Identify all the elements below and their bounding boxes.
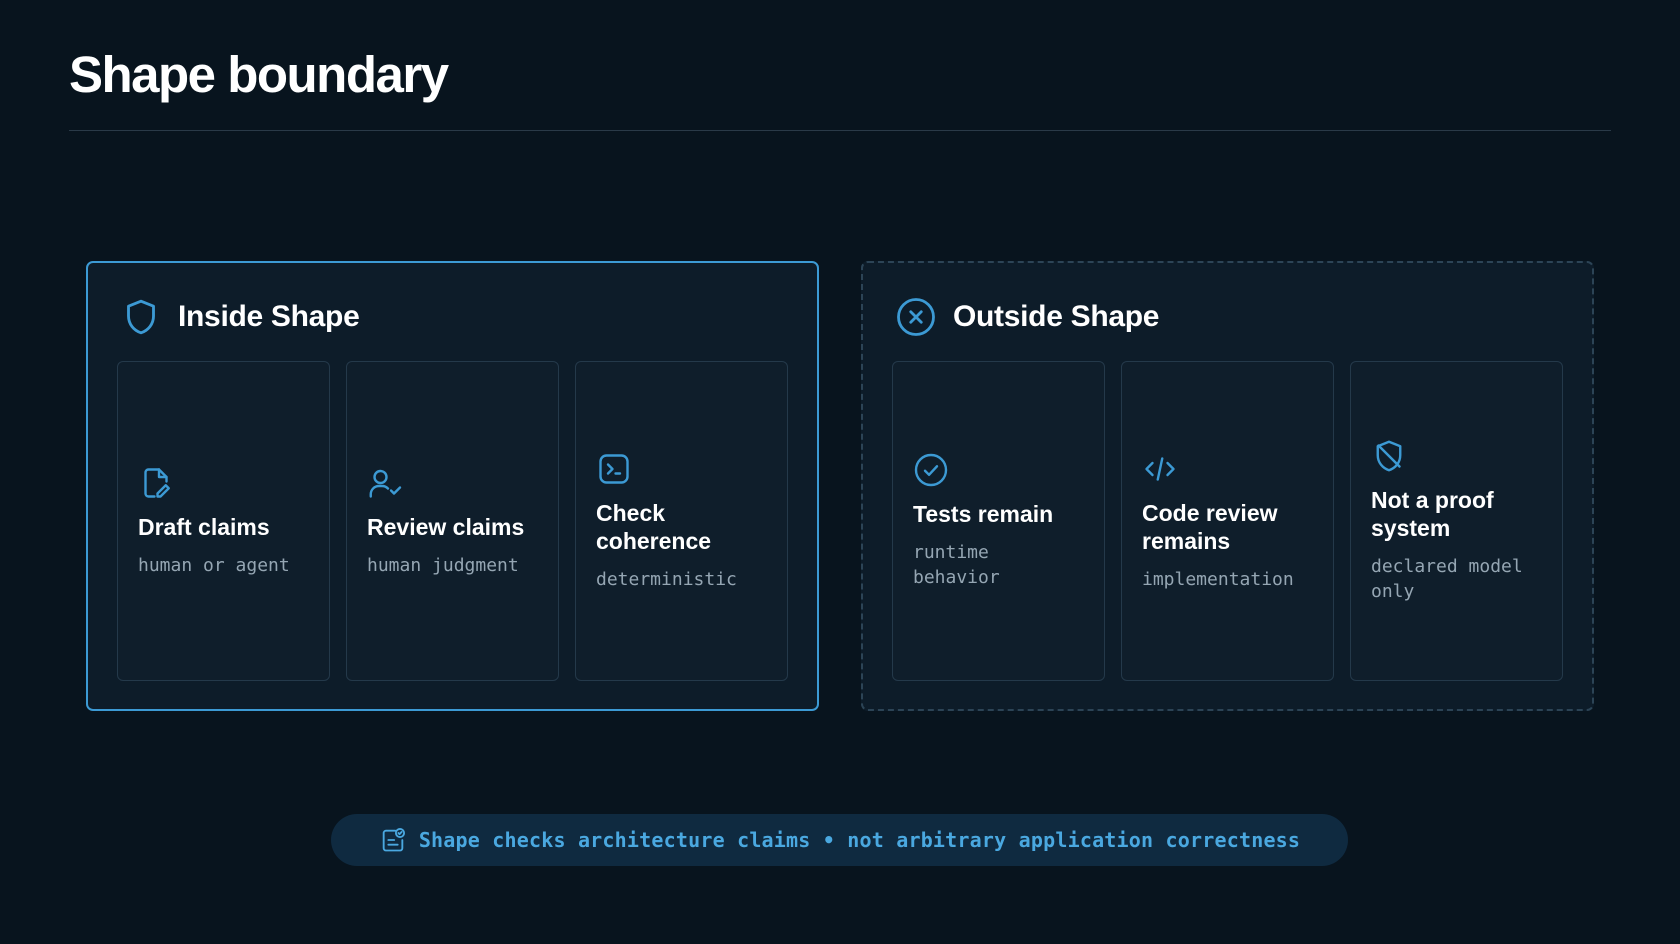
shield-icon bbox=[120, 296, 162, 338]
card-title: Tests remain bbox=[913, 501, 1054, 527]
inside-shape-panel: Inside Shape Draft claims human or agent bbox=[86, 261, 819, 711]
card-title: Code review remains bbox=[1142, 499, 1278, 554]
file-edit-icon bbox=[138, 465, 174, 501]
outside-shape-header: Outside Shape bbox=[895, 296, 1159, 338]
card-not-a-proof-system: Not a proof system declared model only bbox=[1350, 361, 1563, 681]
shield-off-icon bbox=[1371, 438, 1407, 474]
card-subtitle: runtime behavior bbox=[913, 542, 1000, 588]
footer-note: Shape checks architecture claims • not a… bbox=[331, 814, 1348, 866]
outside-shape-title: Outside Shape bbox=[953, 300, 1160, 333]
check-circle-icon bbox=[913, 452, 949, 488]
card-subtitle: declared model only bbox=[1371, 556, 1523, 602]
card-title: Review claims bbox=[367, 513, 525, 540]
inside-shape-header: Inside Shape bbox=[120, 296, 360, 338]
outside-shape-panel: Outside Shape Tests remain runtime behav… bbox=[861, 261, 1594, 711]
footer-text: Shape checks architecture claims • not a… bbox=[418, 828, 1301, 852]
card-draft-claims: Draft claims human or agent bbox=[117, 361, 330, 681]
card-review-claims: Review claims human judgment bbox=[346, 361, 559, 681]
card-title: Check coherence bbox=[596, 499, 712, 554]
x-circle-icon bbox=[895, 296, 937, 338]
code-icon bbox=[1142, 451, 1178, 487]
slide: Shape boundary Inside Shape Draft claims bbox=[0, 0, 1680, 944]
card-check-coherence: Check coherence deterministic bbox=[575, 361, 788, 681]
card-title: Not a proof system bbox=[1371, 487, 1494, 541]
card-subtitle: implementation bbox=[1142, 568, 1294, 590]
page-title: Shape boundary bbox=[69, 46, 449, 103]
title-divider bbox=[69, 130, 1611, 131]
card-subtitle: human or agent bbox=[138, 554, 290, 576]
card-subtitle: human judgment bbox=[367, 554, 519, 576]
card-title: Draft claims bbox=[138, 513, 270, 540]
terminal-icon bbox=[596, 451, 632, 487]
clipboard-check-icon bbox=[379, 826, 407, 854]
card-subtitle: deterministic bbox=[596, 568, 737, 590]
card-code-review-remains: Code review remains implementation bbox=[1121, 361, 1334, 681]
user-check-icon bbox=[367, 465, 403, 501]
card-tests-remain: Tests remain runtime behavior bbox=[892, 361, 1105, 681]
inside-shape-title: Inside Shape bbox=[178, 300, 360, 333]
